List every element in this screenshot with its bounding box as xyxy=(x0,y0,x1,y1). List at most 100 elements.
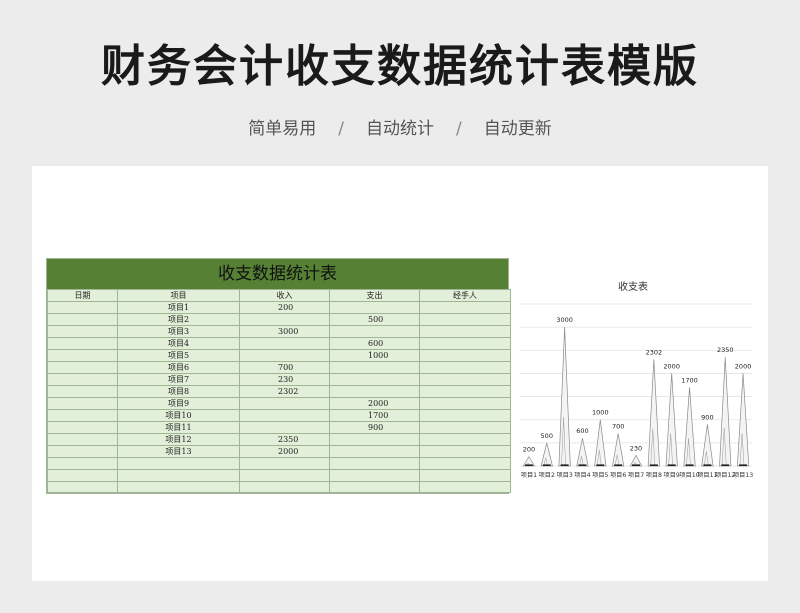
cell-handler[interactable] xyxy=(419,480,511,494)
cell-expense[interactable]: 1700 xyxy=(329,409,420,422)
cell-handler[interactable] xyxy=(419,301,511,314)
cell-income[interactable] xyxy=(239,397,330,410)
cell-expense[interactable] xyxy=(329,445,420,458)
cell-item[interactable] xyxy=(117,468,240,482)
cell-date[interactable] xyxy=(47,397,118,410)
cell-date[interactable] xyxy=(47,301,118,314)
cell-income[interactable] xyxy=(239,457,330,470)
cell-handler[interactable] xyxy=(419,325,511,338)
col-header-date: 日期 xyxy=(47,289,118,302)
cell-item[interactable]: 项目12 xyxy=(117,433,240,446)
data-label: 3000 xyxy=(556,316,573,324)
cell-item[interactable] xyxy=(117,480,240,494)
cell-handler[interactable] xyxy=(419,433,511,446)
cell-income[interactable]: 230 xyxy=(239,373,330,386)
cell-item[interactable]: 项目5 xyxy=(117,349,240,362)
cell-expense[interactable]: 2000 xyxy=(329,397,420,410)
cell-expense[interactable]: 500 xyxy=(329,313,420,326)
tag-easy: 简单易用 xyxy=(248,119,317,139)
cell-date[interactable] xyxy=(47,409,118,422)
cell-date[interactable] xyxy=(47,480,118,494)
cell-income[interactable] xyxy=(239,480,330,494)
cell-date[interactable] xyxy=(47,349,118,362)
cell-expense[interactable]: 900 xyxy=(329,421,420,434)
cell-date[interactable] xyxy=(47,445,118,458)
stats-table: 日期 项目 收入 支出 经手人 项目1 200 项目2 500 项目3 3000 项目4 60… xyxy=(47,289,511,494)
cell-item[interactable]: 项目7 xyxy=(117,373,240,386)
cell-income[interactable]: 700 xyxy=(239,361,330,374)
cell-date[interactable] xyxy=(47,361,118,374)
cell-handler[interactable] xyxy=(419,349,511,362)
table-row: 项目7 230 xyxy=(47,373,511,386)
cell-item[interactable]: 项目6 xyxy=(117,361,240,374)
tag-separator: / xyxy=(338,119,344,139)
cell-handler[interactable] xyxy=(419,421,511,434)
cell-item[interactable]: 项目9 xyxy=(117,397,240,410)
cell-date[interactable] xyxy=(47,325,118,338)
cell-income[interactable] xyxy=(239,313,330,326)
spike-base xyxy=(721,464,730,466)
cell-item[interactable]: 项目13 xyxy=(117,445,240,458)
cell-expense[interactable] xyxy=(329,373,420,386)
cell-handler[interactable] xyxy=(419,361,511,374)
cell-expense[interactable]: 600 xyxy=(329,337,420,350)
cell-expense[interactable] xyxy=(329,325,420,338)
cell-handler[interactable] xyxy=(419,337,511,350)
cell-date[interactable] xyxy=(47,468,118,482)
cell-item[interactable]: 项目11 xyxy=(117,421,240,434)
cell-income[interactable]: 2302 xyxy=(239,385,330,398)
tag-separator: / xyxy=(456,119,462,139)
cell-expense[interactable] xyxy=(329,385,420,398)
cell-date[interactable] xyxy=(47,337,118,350)
cell-handler[interactable] xyxy=(419,373,511,386)
cell-date[interactable] xyxy=(47,385,118,398)
cell-date[interactable] xyxy=(47,457,118,470)
cell-handler[interactable] xyxy=(419,468,511,482)
table-row: 项目8 2302 xyxy=(47,385,511,398)
cell-income[interactable]: 2350 xyxy=(239,433,330,446)
cell-handler[interactable] xyxy=(419,409,511,422)
cell-handler[interactable] xyxy=(419,397,511,410)
data-label: 200 xyxy=(523,446,535,454)
cell-income[interactable] xyxy=(239,468,330,482)
col-header-expense: 支出 xyxy=(329,289,420,302)
cell-handler[interactable] xyxy=(419,385,511,398)
cell-expense[interactable] xyxy=(329,433,420,446)
cell-income[interactable] xyxy=(239,349,330,362)
cell-date[interactable] xyxy=(47,313,118,326)
cell-income[interactable] xyxy=(239,421,330,434)
table-row: 项目3 3000 xyxy=(47,325,511,338)
cell-expense[interactable] xyxy=(329,457,420,470)
spike-base xyxy=(685,464,694,466)
cell-income[interactable] xyxy=(239,337,330,350)
spike-base xyxy=(667,464,676,466)
cell-handler[interactable] xyxy=(419,457,511,470)
cell-expense[interactable] xyxy=(329,301,420,314)
cell-income[interactable]: 200 xyxy=(239,301,330,314)
cell-handler[interactable] xyxy=(419,445,511,458)
cell-expense[interactable] xyxy=(329,480,420,494)
cell-item[interactable]: 项目3 xyxy=(117,325,240,338)
cell-item[interactable] xyxy=(117,457,240,470)
cell-item[interactable]: 项目1 xyxy=(117,301,240,314)
data-label: 1700 xyxy=(681,376,698,384)
cell-income[interactable]: 3000 xyxy=(239,325,330,338)
cell-date[interactable] xyxy=(47,421,118,434)
spike-base xyxy=(649,464,658,466)
data-label: 2000 xyxy=(735,362,752,370)
cell-income[interactable] xyxy=(239,409,330,422)
cell-expense[interactable] xyxy=(329,468,420,482)
cell-item[interactable]: 项目8 xyxy=(117,385,240,398)
table-row xyxy=(47,457,511,470)
cell-expense[interactable] xyxy=(329,361,420,374)
cell-item[interactable]: 项目10 xyxy=(117,409,240,422)
cell-item[interactable]: 项目2 xyxy=(117,313,240,326)
chart-ticks: 项目1 项目2 项目3 项目4 项目5 项目6 项目7 项目8 项目9 项目10项目11项目12项… xyxy=(521,472,753,479)
cell-item[interactable]: 项目4 xyxy=(117,337,240,350)
cell-date[interactable] xyxy=(47,433,118,446)
cell-income[interactable]: 2000 xyxy=(239,445,330,458)
cell-handler[interactable] xyxy=(419,313,511,326)
data-label: 1000 xyxy=(592,409,609,417)
cell-expense[interactable]: 1000 xyxy=(329,349,420,362)
cell-date[interactable] xyxy=(47,373,118,386)
